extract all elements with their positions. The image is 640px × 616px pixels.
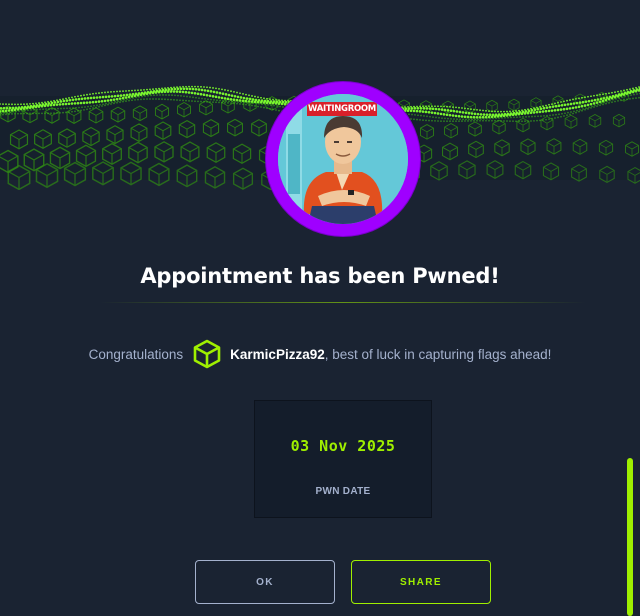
pwn-date-label: PWN DATE: [315, 486, 371, 497]
ok-button-label: OK: [256, 576, 274, 588]
title-divider: [100, 302, 586, 303]
congrats-message: Congratulations KarmicPizza92 , best of …: [0, 336, 640, 372]
scrollbar-thumb[interactable]: [627, 458, 633, 616]
share-button-label: SHARE: [399, 576, 442, 588]
avatar: WAITINGROOM: [266, 82, 420, 236]
cube-icon: [193, 339, 221, 369]
pwn-date-value: 03 Nov 2025: [290, 437, 396, 455]
username[interactable]: KarmicPizza92: [230, 347, 325, 362]
avatar-image: WAITINGROOM: [278, 94, 408, 224]
congrats-suffix: , best of luck in capturing flags ahead!: [324, 346, 552, 362]
page-title: Appointment has been Pwned!: [140, 264, 500, 288]
avatar-sign: WAITINGROOM: [307, 102, 377, 116]
share-button[interactable]: SHARE: [351, 560, 491, 604]
ok-button[interactable]: OK: [195, 560, 335, 604]
pwn-date-card: 03 Nov 2025 PWN DATE: [254, 400, 432, 518]
pwned-modal: WAITINGROOM Appointment has been Pwned! …: [0, 0, 640, 616]
congrats-prefix: Congratulations: [88, 346, 184, 362]
